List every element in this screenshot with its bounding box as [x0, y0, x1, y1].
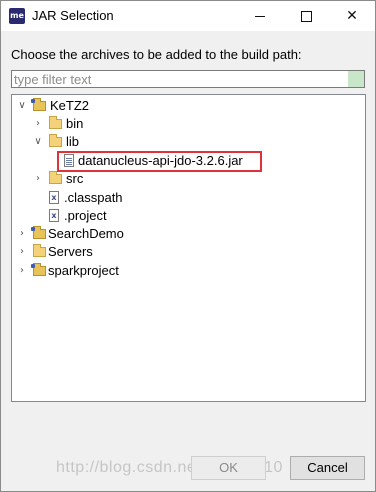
folder-icon [49, 171, 62, 184]
tree-item-label: .project [64, 208, 107, 223]
close-button[interactable]: ✕ [329, 1, 375, 31]
minimize-button[interactable] [237, 1, 283, 31]
tree-item-label: .classpath [64, 190, 123, 205]
tree-item-bin[interactable]: › bin [16, 115, 356, 133]
minimize-icon [255, 15, 265, 17]
highlight-annotation [57, 151, 262, 172]
tree-item-project-file[interactable]: x .project [16, 207, 356, 225]
expand-arrow-icon[interactable]: › [32, 170, 44, 188]
window-title: JAR Selection [32, 8, 114, 23]
filter-field[interactable] [11, 70, 365, 88]
maximize-button[interactable] [283, 1, 329, 31]
tree-item-label: KeTZ2 [50, 98, 90, 113]
folder-icon [49, 116, 62, 129]
tree-item-label: Servers [48, 244, 93, 259]
expand-arrow-icon[interactable]: › [16, 243, 28, 261]
tree-item-classpath[interactable]: x .classpath [16, 189, 356, 207]
project-icon [31, 226, 46, 239]
eclipse-app-icon: me [9, 8, 25, 24]
xml-file-icon: x [49, 191, 59, 204]
project-icon [31, 98, 46, 111]
project-icon [31, 263, 46, 276]
collapse-arrow-icon[interactable]: ∨ [16, 97, 28, 115]
tree-item-ketz2[interactable]: ∨ KeTZ2 [16, 97, 356, 115]
tree-item-servers[interactable]: › Servers [16, 243, 356, 261]
filter-input[interactable] [14, 71, 344, 87]
ok-button[interactable]: OK [191, 456, 266, 480]
tree-item-src[interactable]: › src [16, 170, 356, 188]
collapse-arrow-icon[interactable]: ∨ [32, 133, 44, 151]
archive-tree[interactable]: ∨ KeTZ2 › bin ∨ lib datanucleus-api-jdo-… [11, 94, 366, 402]
tree-item-label: src [66, 171, 84, 186]
tree-item-label: sparkproject [48, 263, 119, 278]
dialog-message: Choose the archives to be added to the b… [11, 47, 302, 62]
title-bar: me JAR Selection ✕ [1, 1, 375, 31]
expand-arrow-icon[interactable]: › [16, 225, 28, 243]
clear-filter-icon[interactable] [348, 71, 364, 87]
tree-item-sparkproject[interactable]: › sparkproject [16, 262, 356, 280]
tree-item-label: SearchDemo [48, 226, 124, 241]
expand-arrow-icon[interactable]: › [16, 262, 28, 280]
tree-item-label: lib [66, 134, 80, 149]
xml-file-icon: x [49, 209, 59, 222]
folder-icon [49, 134, 62, 147]
jar-selection-dialog: me JAR Selection ✕ Choose the archives t… [0, 0, 376, 492]
maximize-icon [300, 10, 312, 22]
tree-item-label: bin [66, 116, 84, 131]
tree-item-searchdemo[interactable]: › SearchDemo [16, 225, 356, 243]
expand-arrow-icon[interactable]: › [32, 115, 44, 133]
folder-icon [33, 244, 46, 257]
tree-item-lib[interactable]: ∨ lib [16, 133, 356, 151]
close-icon: ✕ [346, 8, 358, 24]
cancel-button[interactable]: Cancel [290, 456, 365, 480]
